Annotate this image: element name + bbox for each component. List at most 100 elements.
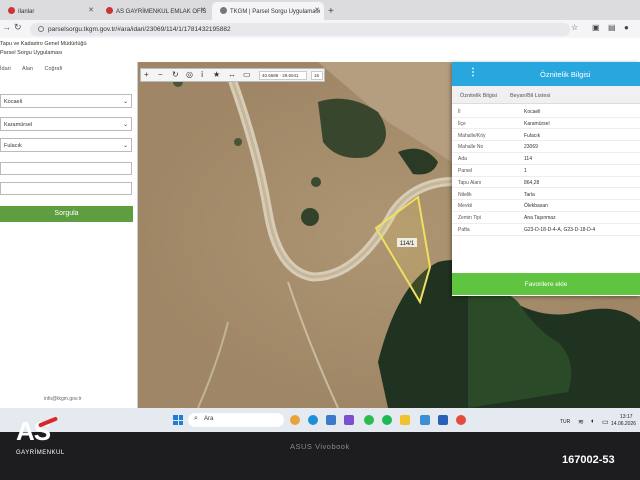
word-icon[interactable] (438, 415, 448, 425)
as-gayrimenkul-logo: AS GAYRİMENKUL (16, 416, 72, 466)
attribute-row: İlçe Karamürsel (452, 118, 640, 130)
parcel-label: 114/1 (400, 241, 415, 247)
tree (234, 138, 242, 146)
edge-icon[interactable] (308, 415, 318, 425)
laptop-brand: ASUS Vivobook (290, 442, 350, 451)
tab-label: AS GAYRİMENKUL EMLAK OFİS (116, 9, 207, 15)
app-icon[interactable] (344, 415, 354, 425)
measure-area-icon[interactable]: ▭ (243, 70, 251, 79)
attribute-key: Tapu Alanı (458, 179, 482, 186)
windows-taskbar: ⌕ Ara TUR ≋ ◖ ▭ 13:17 14.06.2026 (0, 408, 640, 432)
clock-date[interactable]: 14.06.2026 (611, 421, 636, 427)
attribute-value: 1 (524, 168, 527, 174)
attribute-panel-title: Öznitelik Bilgisi (540, 70, 591, 79)
attribute-value: 114 (524, 156, 532, 163)
new-tab-icon[interactable]: + (328, 6, 334, 17)
attribute-row: Tapu Alanı 864,28 (452, 177, 640, 189)
locate-icon[interactable]: ◎ (186, 70, 193, 79)
attribute-key: Ada (458, 156, 467, 163)
tab-idari[interactable]: İdari (0, 66, 11, 72)
attribute-value: Ölekbasan (524, 203, 548, 210)
close-icon[interactable]: ✕ (314, 6, 320, 14)
profile-icon[interactable]: ● (624, 23, 629, 32)
neighborhood-select[interactable]: Fulacık ⌄ (0, 138, 132, 152)
attribute-value: Tarla (524, 191, 535, 198)
district-select[interactable]: Karamürsel ⌄ (0, 117, 132, 131)
whatsapp-icon[interactable] (364, 415, 374, 425)
browser-tab-tkgm[interactable]: TKGM | Parsel Sorgu Uygulaması ✕ (212, 2, 324, 20)
attribute-row: Mevkii Ölekbasan (452, 200, 640, 212)
query-panel: İdari Alan Coğrafi Kocaeli ⌄ Karamürsel … (0, 62, 138, 408)
attribute-row: Parsel 1 (452, 165, 640, 177)
attribute-value: 23069 (524, 144, 538, 151)
folder-icon[interactable] (400, 415, 410, 425)
battery-icon[interactable]: ▭ (602, 418, 609, 426)
attribute-key: Mevkii (458, 203, 473, 210)
info-icon[interactable]: ⅰ (201, 70, 203, 79)
url-field[interactable]: parselsorgu.tkgm.gov.tr/#ara/idari/23069… (30, 23, 570, 36)
store-icon[interactable] (326, 415, 336, 425)
windows-start-icon[interactable] (173, 415, 183, 425)
listing-reference-code: 167002-53 (562, 454, 615, 466)
block-input[interactable] (0, 162, 132, 175)
attribute-value: Ana Taşınmaz (524, 215, 556, 222)
chevron-down-icon: ⌄ (122, 99, 128, 105)
neighborhood-value: Fulacık (4, 143, 22, 149)
app-icon[interactable] (456, 415, 466, 425)
browser-tab-as-gayrimenkul[interactable]: AS GAYRİMENKUL EMLAK OFİS ✕ (98, 2, 210, 20)
province-select[interactable]: Kocaeli ⌄ (0, 94, 132, 108)
more-options-icon[interactable]: ⋮ (468, 67, 478, 78)
tab-attributes[interactable]: Öznitelik Bilgisi (460, 93, 497, 99)
attribute-row: Mahalle No 23069 (452, 141, 640, 153)
attribute-value: G23-D-18-D-4-A, G23-D-18-D-4 (524, 227, 596, 233)
app-name: Parsel Sorgu Uygulaması (0, 50, 63, 56)
search-icon: ⌕ (194, 415, 198, 422)
chevron-down-icon: ⌄ (122, 122, 128, 128)
close-icon[interactable]: ✕ (88, 6, 94, 14)
spotify-icon[interactable] (382, 415, 392, 425)
chevron-down-icon: ⌄ (122, 143, 128, 149)
attribute-value: Kocaeli (524, 109, 541, 115)
attribute-row: Ada 114 (452, 153, 640, 165)
close-icon[interactable]: ✕ (200, 6, 206, 14)
laptop-bezel (0, 432, 640, 480)
browser-tab-ilanlar[interactable]: Ilanlar ✕ (0, 2, 98, 20)
refresh-icon[interactable]: ↻ (172, 70, 179, 79)
org-name: Tapu ve Kadastro Genel Müdürlüğü (0, 41, 87, 47)
tab-label: Ilanlar (18, 9, 35, 15)
attribute-value: Fulacık (524, 132, 541, 139)
reload-icon[interactable]: ↻ (14, 22, 22, 33)
extensions-icon[interactable]: ▣ (592, 23, 600, 32)
zoom-in-icon[interactable]: + (144, 70, 149, 79)
photo-frame: Ilanlar ✕ AS GAYRİMENKUL EMLAK OFİS ✕ TK… (0, 0, 640, 480)
sidebar-icon[interactable]: ▤ (608, 23, 616, 32)
forward-icon[interactable]: → (2, 22, 11, 32)
district-value: Karamürsel (4, 122, 33, 128)
wifi-icon[interactable]: ≋ (578, 418, 584, 426)
attribute-tabs: Öznitelik Bilgisi Beyan/Bil Listesi (452, 86, 640, 104)
chrome-icon[interactable] (290, 415, 300, 425)
attribute-key: Mahalle/Köy (458, 132, 486, 139)
add-favorite-button[interactable]: Favorilere ekle (452, 273, 640, 295)
attribute-row: Nitelik Tarla (452, 189, 640, 201)
attribute-key: Mahalle No (458, 144, 484, 151)
site-info-icon[interactable] (38, 26, 44, 32)
favorite-star-icon[interactable]: ★ (213, 70, 220, 79)
browser-tab-bar: Ilanlar ✕ AS GAYRİMENKUL EMLAK OFİS ✕ TK… (0, 0, 640, 20)
taskbar-search[interactable]: ⌕ Ara (188, 413, 284, 427)
zoom-out-icon[interactable]: − (158, 70, 163, 79)
tab-cografi[interactable]: Coğrafi (44, 66, 62, 72)
tab-declarations[interactable]: Beyan/Bil Listesi (510, 93, 550, 99)
bookmark-star-icon[interactable]: ☆ (571, 23, 578, 32)
globe-icon (220, 7, 227, 14)
measure-line-icon[interactable]: ↔ (228, 70, 236, 79)
clock-time[interactable]: 13:17 (620, 414, 633, 420)
tab-alan[interactable]: Alan (22, 66, 33, 72)
attribute-key: Pafta (458, 227, 470, 233)
attribute-row: Pafta G23-D-18-D-4-A, G23-D-18-D-4 (452, 224, 640, 236)
parcel-input[interactable] (0, 182, 132, 195)
volume-icon[interactable]: ◖ (590, 418, 594, 425)
photos-icon[interactable] (420, 415, 430, 425)
query-button[interactable]: Sorgula (0, 206, 133, 222)
language-indicator[interactable]: TUR (560, 419, 570, 425)
